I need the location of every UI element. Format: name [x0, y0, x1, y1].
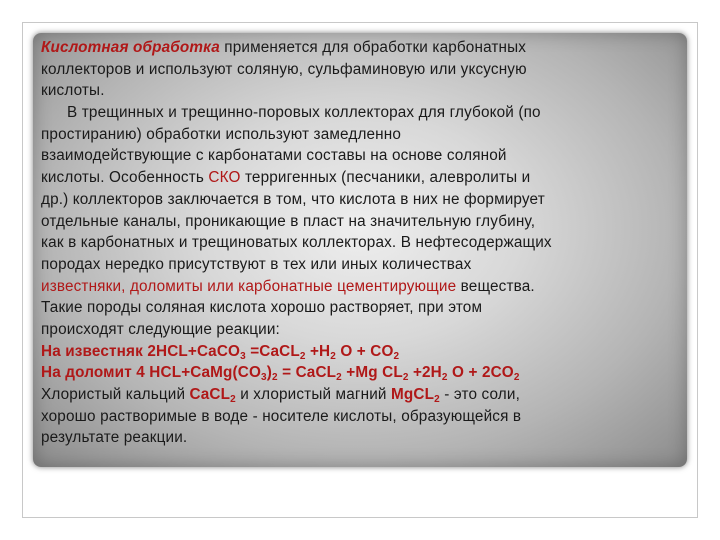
r2-part6: O + 2CO	[447, 364, 514, 382]
r1-part2: =CaCL	[245, 342, 300, 360]
line-14: происходят следующие реакции:	[41, 320, 280, 338]
r2-part4: +Mg CL	[341, 364, 403, 382]
slide-title: Кислотная обработка	[41, 39, 220, 56]
r2-part5: +2H	[408, 364, 442, 382]
line-3: кислоты.	[41, 82, 105, 100]
r1-part3: +H	[305, 342, 331, 360]
line-12-rest: вещества.	[456, 277, 535, 295]
r1-prefix: На известняк 2HCL+CaCO	[41, 342, 241, 360]
line-9: отдельные каналы, проникающие в пласт на…	[41, 212, 536, 230]
line-7-a: кислоты. Особенность	[41, 169, 209, 187]
line-11: породах нередко присутствуют в тех или и…	[41, 255, 472, 273]
mgcl-text: MgCL	[391, 386, 435, 403]
r2-part3: = CaCL	[277, 364, 337, 382]
r1-sub4: 2	[393, 350, 400, 362]
line-18: хорошо растворимые в воде - носителе кис…	[41, 407, 522, 425]
line-17-b: и хлористый магний	[235, 386, 391, 403]
r2-prefix: На доломит 4 HCL+CaMg(CO	[41, 364, 262, 382]
line-10: как в карбонатных и трещиноватых коллект…	[41, 234, 552, 252]
line-1: Кислотная обработка применяется для обра…	[41, 37, 681, 59]
content-panel: Кислотная обработка применяется для обра…	[33, 33, 687, 467]
line-17-c: - это соли,	[439, 386, 520, 403]
line-8: др.) коллекторов заключается в том, что …	[41, 190, 545, 208]
reaction-dolomite: На доломит 4 HCL+CaMg(CO3)2 = CaCL2 +Mg …	[41, 362, 681, 384]
line-1-rest: применяется для обработки карбонатных	[219, 39, 527, 56]
line-5: простиранию) обработки используют замедл…	[41, 125, 402, 143]
line-13: Такие породы соляная кислота хорошо раст…	[41, 299, 483, 317]
line-19: результате реакции.	[41, 429, 188, 447]
r2-sub6: 2	[513, 372, 520, 384]
line-12: известняки, доломиты или карбонатные цем…	[41, 276, 681, 298]
r1-part4: O + CO	[335, 342, 394, 360]
rock-types-highlight: известняки, доломиты или карбонатные цем…	[41, 277, 457, 295]
line-6: взаимодействующие с карбонатами составы …	[41, 147, 507, 165]
calcium-chloride-formula: CaCL2	[189, 386, 236, 405]
cacl-text: CaCL	[189, 386, 231, 403]
line-7-b: терригенных (песчаники, алевролиты и	[240, 169, 531, 187]
slide-body-text: Кислотная обработка применяется для обра…	[41, 37, 681, 449]
sko-term: СКО	[208, 169, 241, 187]
line-17-a: Хлористый кальций	[41, 386, 190, 403]
line-17: Хлористый кальций CaCL2 и хлористый магн…	[41, 384, 681, 406]
line-2: коллекторов и используют соляную, сульфа…	[41, 60, 527, 78]
line-4: В трещинных и трещинно-поровых коллектор…	[67, 104, 541, 122]
magnesium-chloride-formula: MgCL2	[391, 386, 440, 405]
line-7: кислоты. Особенность СКО терригенных (пе…	[41, 167, 681, 189]
reaction-limestone: На известняк 2HCL+CaCO3 =CaCL2 +H2 O + C…	[41, 341, 681, 363]
